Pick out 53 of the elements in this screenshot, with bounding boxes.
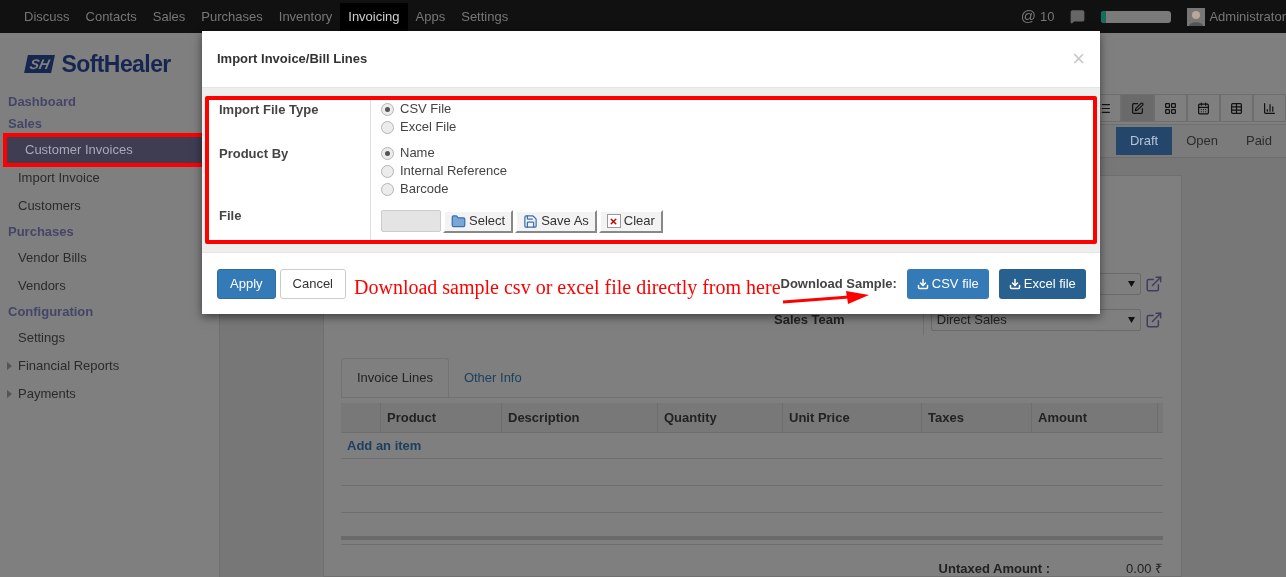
menu-item[interactable]: Purchases [193, 2, 271, 31]
total-label: Untaxed Amount : [938, 560, 1051, 577]
user-name[interactable]: Administrator [1209, 6, 1286, 27]
field-label: Product By [219, 146, 289, 161]
sidebar-item[interactable]: Payments [0, 381, 219, 407]
mention-icon[interactable]: @ [1020, 5, 1036, 28]
column-header: Unit Price [783, 403, 922, 432]
mention-count: 10 [1039, 7, 1055, 26]
logo-mark: SH [24, 55, 56, 73]
download-button[interactable]: Excel file [998, 268, 1086, 299]
column-header: Amount [1032, 403, 1158, 432]
section-title: Dashboard [7, 93, 77, 111]
menu-item[interactable]: Sales [144, 2, 194, 31]
section-title: Sales [7, 115, 43, 133]
file-button[interactable]: Save As [515, 209, 597, 233]
sidebar-item[interactable]: Financial Reports [0, 353, 219, 379]
tab[interactable]: Other Info [448, 358, 537, 397]
file-button[interactable]: Select [443, 209, 514, 233]
download-button[interactable]: CSV file [906, 268, 989, 299]
field-label: File [219, 208, 242, 223]
status-step[interactable]: Open [1172, 127, 1232, 155]
cancel-button[interactable]: Cancel [279, 268, 346, 299]
annotation-note: Download sample csv or excel file directly from here [354, 274, 781, 301]
column-header: Quantity [658, 403, 783, 432]
tab[interactable]: Invoice Lines [341, 358, 449, 397]
menu-item[interactable]: Settings [453, 2, 517, 31]
menu-item[interactable]: Invoicing [340, 2, 408, 31]
column-header: Taxes [922, 403, 1032, 432]
column-header: Description [502, 403, 658, 432]
field-label: Import File Type [219, 102, 319, 117]
menu-item[interactable]: Discuss [16, 2, 78, 31]
dialog-title: Import Invoice/Bill Lines [217, 50, 368, 69]
total-value: 0.00 ₹ [1126, 560, 1162, 577]
section-title: Purchases [7, 223, 75, 241]
download-label: Download Sample: [780, 275, 897, 291]
option-label: Name [400, 144, 435, 163]
logo-text: SoftHealer [61, 52, 171, 76]
menu-item[interactable]: Contacts [77, 2, 145, 31]
status-step[interactable]: Paid [1231, 127, 1286, 155]
file-button[interactable]: Clear [598, 209, 663, 233]
menu-item[interactable]: Apps [407, 2, 454, 31]
apply-button[interactable]: Apply [217, 268, 276, 299]
sidebar-item[interactable]: Settings [0, 325, 219, 351]
option-label: Excel File [400, 118, 457, 137]
field-label: Sales Team [774, 311, 846, 330]
option-label: Barcode [400, 180, 449, 199]
add-item-link[interactable]: Add an item [347, 435, 422, 456]
column-header: Product [381, 403, 502, 432]
status-step[interactable]: Draft [1116, 127, 1173, 155]
section-title: Configuration [7, 303, 95, 321]
menu-item[interactable]: Inventory [270, 2, 341, 31]
option-label: CSV File [400, 100, 452, 119]
option-label: Internal Reference [400, 162, 507, 181]
